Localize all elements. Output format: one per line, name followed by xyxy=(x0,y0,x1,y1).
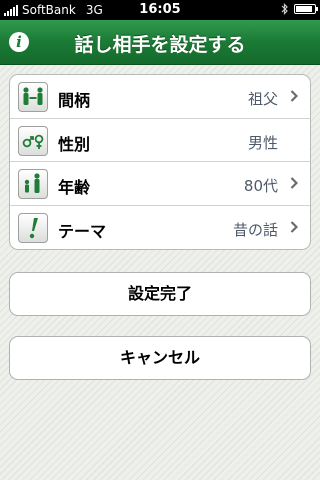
age-figures-icon xyxy=(18,169,48,199)
exclamation-icon xyxy=(18,212,48,243)
gender-symbols-icon xyxy=(18,125,48,156)
chevron-right-icon xyxy=(290,177,298,189)
setting-label: テーマ xyxy=(58,221,107,241)
setting-label: 性別 xyxy=(58,134,91,154)
page-title: 話し相手を設定する xyxy=(74,34,246,56)
status-time: 16:05 xyxy=(139,2,181,17)
setting-row-gender[interactable]: 性別 男性 xyxy=(10,119,310,162)
setting-row-theme[interactable]: テーマ 昔の話 xyxy=(10,206,310,250)
setting-row-relationship[interactable]: 間柄 祖父 xyxy=(10,75,310,119)
done-button[interactable]: 設定完了 xyxy=(9,272,311,316)
info-icon[interactable]: i xyxy=(9,32,29,52)
status-right xyxy=(281,3,318,15)
status-bar: SoftBank 3G 16:05 xyxy=(0,0,320,20)
setting-value: 昔の話 xyxy=(232,220,278,239)
setting-value: 男性 xyxy=(247,133,278,152)
setting-value: 祖父 xyxy=(247,90,278,108)
setting-value: 80代 xyxy=(243,177,278,195)
chevron-right-icon xyxy=(290,90,298,102)
bluetooth-icon xyxy=(281,3,288,15)
cancel-button[interactable]: キャンセル xyxy=(9,336,311,380)
battery-icon xyxy=(294,4,318,14)
setting-label: 間柄 xyxy=(58,91,91,110)
setting-label: 年齢 xyxy=(58,178,91,197)
navigation-bar: i 話し相手を設定する xyxy=(0,20,320,65)
family-relation-icon xyxy=(18,82,48,112)
settings-list: 間柄 祖父 性別 男性 年齢 80代 テーマ 昔の話 xyxy=(9,74,311,250)
chevron-right-icon xyxy=(290,220,298,233)
setting-row-age[interactable]: 年齢 80代 xyxy=(10,162,310,206)
